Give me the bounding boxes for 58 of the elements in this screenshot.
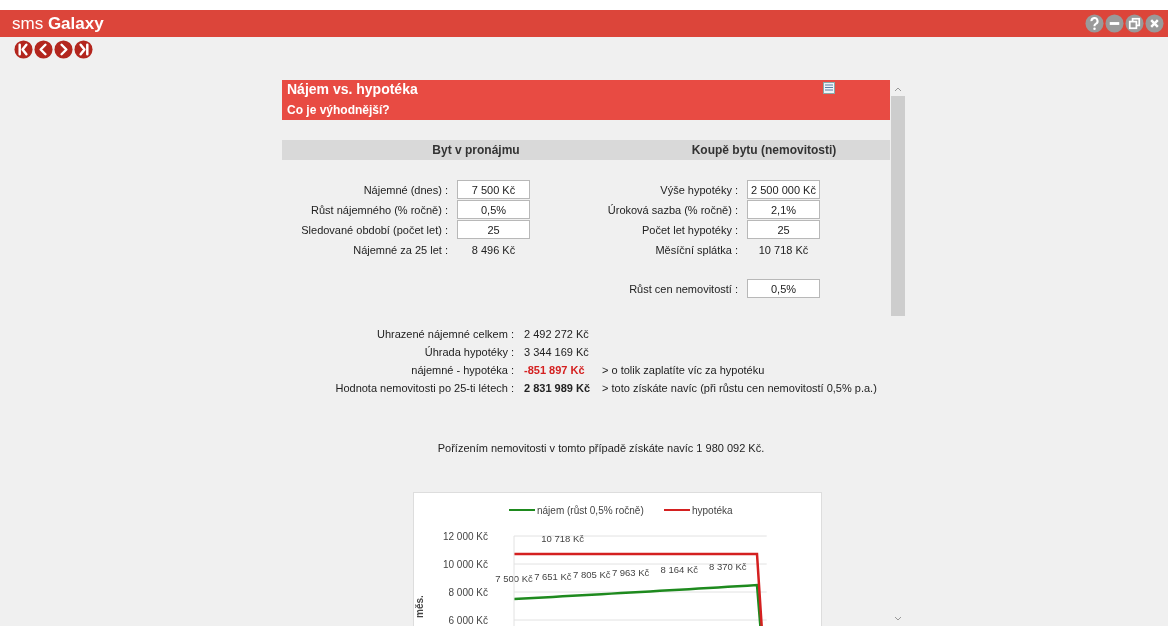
legend-label: nájem (růst 0,5% ročně) [537,505,644,516]
result-value: -851 897 Kč [523,364,586,376]
result-value: 2 492 272 Kč [523,328,590,340]
result-value: 3 344 169 Kč [523,346,590,358]
sheet-icon[interactable] [823,82,835,94]
axis-title: měs. [414,595,425,618]
scroll-thumb[interactable] [891,96,905,316]
data-label: 7 963 Kč [611,566,650,578]
field-label: Nájemné za 25 let : [352,243,448,256]
input-field[interactable]: 2 500 000 Kč [747,180,820,199]
data-label: 8 164 Kč [660,563,698,575]
result-value: 2 831 989 Kč [523,382,592,394]
data-label: 8 370 Kč [709,560,747,572]
input-field[interactable]: 25 [747,220,820,239]
summary-text: Pořízením nemovitosti v tomto případě získáte navíc 1 980 092 Kč. [437,442,765,454]
close-icon[interactable] [1145,14,1164,33]
legend-label: hypotéka [692,505,734,516]
result-note: > toto získáte navíc (při růstu cen nemovitostí 0,5% p.a.) [602,382,878,394]
field-label: Měsíční splátka : [654,243,738,256]
input-field[interactable]: 7 500 Kč [457,180,530,199]
data-label: 7 805 Kč [573,568,611,580]
result-value: 10 718 Kč [757,242,810,258]
result-note: > o tolik zaplatíte víc za hypotéku [602,364,766,376]
panel-subtitle: Co je výhodnější? [287,103,390,117]
axis-tick-label: 8 000 Kč [448,587,488,598]
column-heading: Byt v pronájmu [431,143,521,157]
input-field[interactable]: 2,1% [747,200,820,219]
field-label: Růst cen nemovitostí : [628,282,738,295]
field-label: Sledované období (počet let) : [300,223,448,236]
column-heading: Koupě bytu (nemovitosti) [690,143,838,157]
input-field[interactable]: 0,5% [457,200,530,219]
field-label: Úroková sazba (% ročně) : [606,203,738,216]
data-label: 7 651 Kč [534,570,572,582]
field-label: Výše hypotéky : [659,183,738,196]
input-field[interactable]: 25 [457,220,530,239]
data-label: 7 500 Kč [495,573,533,584]
scroll-down-icon[interactable] [894,616,902,622]
field-label: Nájemné (dnes) : [362,183,448,196]
legend-item: hypotéka [663,505,733,516]
axis-tick-label: 12 000 Kč [442,531,488,542]
minimize-icon[interactable] [1105,14,1124,33]
field-label: Růst nájemného (% ročně) : [310,203,448,216]
field-label: Počet let hypotéky : [641,223,738,236]
app-title: sms Galaxy [12,13,104,34]
result-label: Uhrazené nájemné celkem : [376,328,515,340]
result-value: 8 496 Kč [470,242,517,258]
result-label: nájemné - hypotéka : [410,364,515,376]
panel-title: Nájem vs. hypotéka [287,80,418,97]
result-label: Hodnota nemovitosti po 25-ti létech : [334,382,515,394]
data-label: 10 718 Kč [541,532,584,544]
legend-item: nájem (růst 0,5% ročně) [508,505,644,516]
axis-tick-label: 10 000 Kč [442,559,488,570]
input-field[interactable]: 0,5% [747,279,820,298]
scroll-up-icon[interactable] [894,86,902,92]
axis-tick-label: 6 000 Kč [448,615,488,626]
result-label: Úhrada hypotéky : [423,346,515,358]
help-icon[interactable] [1085,14,1104,33]
restore-icon[interactable] [1125,14,1144,33]
